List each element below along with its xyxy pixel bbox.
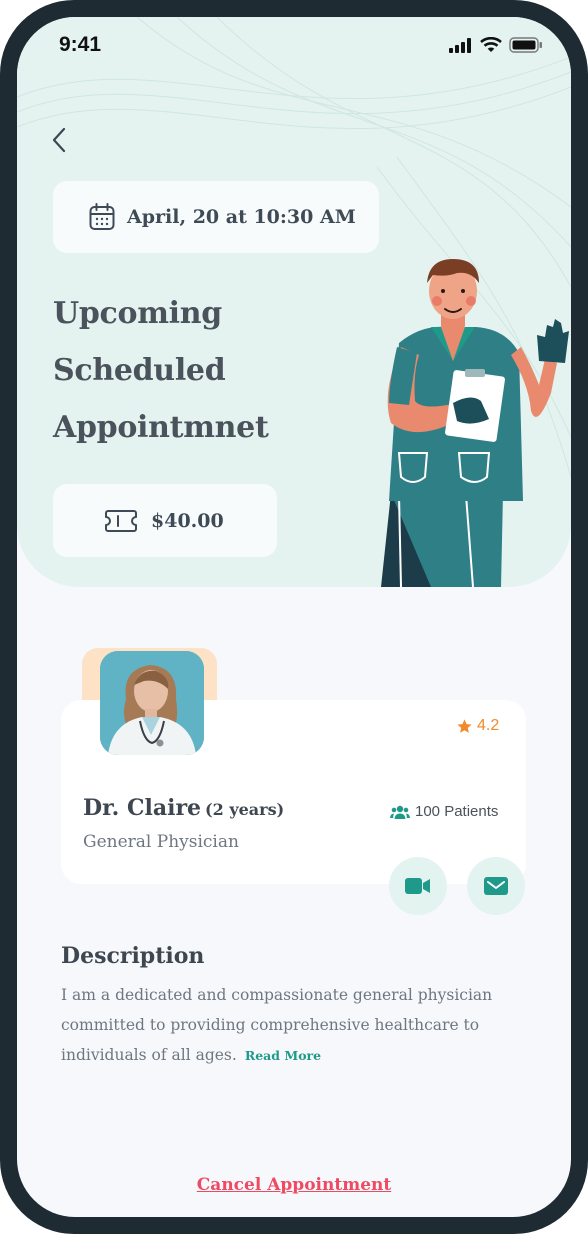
message-button[interactable] (467, 857, 525, 915)
price-chip: $40.00 (53, 484, 277, 557)
rating: 4.2 (456, 717, 499, 735)
doctor-name: Dr. Claire (2 years) (83, 795, 284, 821)
back-button[interactable] (47, 121, 77, 155)
video-icon (405, 878, 430, 894)
page-title-line2: Appointmnet (53, 410, 269, 445)
mail-icon (484, 877, 508, 895)
calendar-icon (89, 203, 115, 230)
appointment-date-label: April, 20 at 10:30 AM (127, 206, 356, 228)
device-frame: 9:41 April, 20 at 10:30 AM Upcoming Sche… (0, 0, 588, 1234)
ticket-icon (105, 509, 137, 532)
page-title: Upcoming Scheduled Appointmnet (53, 285, 383, 456)
video-call-button[interactable] (389, 857, 447, 915)
description-text: I am a dedicated and compassionate gener… (61, 980, 531, 1071)
wifi-icon (480, 37, 502, 52)
status-time: 9:41 (59, 33, 102, 56)
appointment-date-chip: April, 20 at 10:30 AM (53, 181, 379, 253)
doctor-name-text: Dr. Claire (83, 795, 202, 821)
avatar (100, 651, 204, 755)
back-arrow-icon (52, 127, 66, 153)
doctor-role: General Physician (83, 832, 239, 852)
battery-icon (509, 37, 542, 53)
page-title-line1: Upcoming Scheduled (53, 296, 226, 388)
star-icon (457, 718, 472, 733)
doctor-illustration (381, 259, 569, 587)
read-more-link[interactable]: Read More (245, 1048, 321, 1063)
doctor-experience: (2 years) (205, 800, 285, 819)
status-icons (449, 37, 543, 53)
description-title: Description (61, 943, 205, 969)
rating-value: 4.2 (477, 717, 500, 734)
app-screen: 9:41 April, 20 at 10:30 AM Upcoming Sche… (17, 17, 571, 1217)
doctor-photo (100, 651, 204, 755)
signal-icon (449, 37, 471, 53)
status-bar: 9:41 (17, 17, 571, 77)
patients-count: 100 Patients (390, 803, 498, 820)
patients-label: 100 Patients (415, 803, 499, 820)
price-label: $40.00 (151, 509, 224, 532)
cancel-appointment-button[interactable]: Cancel Appointment (17, 1175, 571, 1195)
patients-icon (390, 805, 410, 819)
appointment-hero: 9:41 April, 20 at 10:30 AM Upcoming Sche… (17, 17, 571, 587)
